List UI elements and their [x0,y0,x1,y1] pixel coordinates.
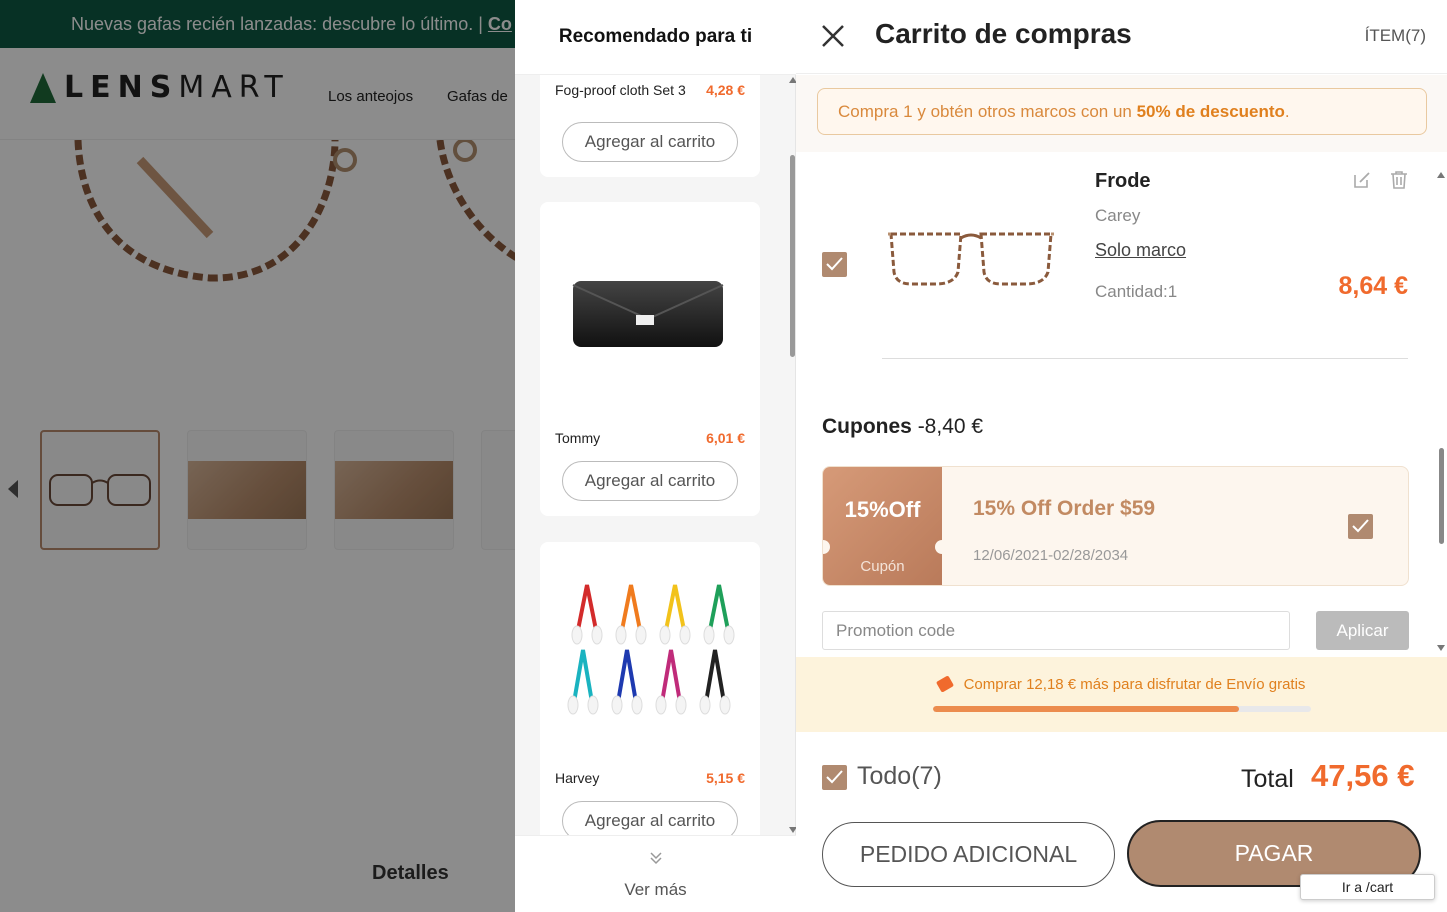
apply-button[interactable]: Aplicar [1316,611,1409,650]
shipping-message: Comprar 12,18 € más para disfrutar de En… [796,675,1447,693]
item-price: 8,64 € [1338,272,1408,300]
recommendation-card: Tommy 6,01 € Agregar al carrito [540,202,760,516]
coupon-title: 15% Off Order $59 [973,497,1156,520]
see-more-link[interactable]: Ver más [515,880,796,900]
recommendations-list: Fog-proof cloth Set 3 4,28 € Agregar al … [515,75,796,835]
scroll-up-icon[interactable] [1437,172,1445,178]
promo-suffix: . [1284,102,1290,121]
add-to-cart-button[interactable]: Agregar al carrito [562,801,738,835]
promo-banner: Compra 1 y obtén otros marcos con un 50%… [817,88,1427,135]
see-more-section[interactable]: Ver más [515,835,796,912]
divider [882,358,1408,359]
promo-section: Compra 1 y obtén otros marcos con un 50%… [796,75,1447,152]
check-icon [826,770,843,784]
select-all-label[interactable]: Todo(7) [857,762,942,791]
coupon-notch [935,540,949,554]
promo-text: Compra 1 y obtén otros marcos con un [838,102,1137,121]
coupons-label: Cupones [822,415,912,438]
item-color: Carey [1095,206,1141,225]
promo-highlight: 50% de descuento [1136,102,1285,121]
shipping-progress-bar [933,706,1311,712]
recommendations-panel: Recomendado para ti Fog-proof cloth Set … [515,0,797,912]
coupons-amount: -8,40 € [917,415,984,438]
cart-scrollbar[interactable] [1436,160,1447,657]
coupon-checkbox[interactable] [1348,514,1373,539]
cart-panel: Carrito de compras ÍTEM(7) Compra 1 y ob… [796,0,1447,912]
check-icon [1352,519,1369,533]
double-chevron-down-icon [650,852,662,865]
product-name: Fog-proof cloth Set 3 [555,82,686,98]
trash-icon[interactable] [1389,170,1409,190]
edit-icon[interactable] [1352,170,1372,190]
shipping-progress-section: Comprar 12,18 € más para disfrutar de En… [796,657,1447,732]
item-quantity: Cantidad:1 [1095,282,1178,301]
coupon-dates: 12/06/2021-02/28/2034 [973,547,1129,564]
link-tooltip: Ir a /cart [1300,874,1435,900]
recommendation-card: Fog-proof cloth Set 3 4,28 € Agregar al … [540,75,760,177]
product-name: Tommy [555,430,601,446]
product-price: 6,01 € [706,430,745,446]
recommendation-card: Harvey 5,15 € Agregar al carrito [540,542,760,835]
coupon-badge: 15%Off Cupón [823,467,949,585]
cart-content: Frode Carey Solo marco Cantidad:1 8,64 €… [796,152,1447,657]
product-image-case[interactable] [570,277,725,349]
add-to-cart-button[interactable]: Agregar al carrito [562,461,738,501]
shipping-text: Comprar 12,18 € más para disfrutar de En… [963,676,1306,693]
cart-header: Carrito de compras ÍTEM(7) [796,0,1447,74]
shipping-progress-fill [933,706,1240,712]
close-icon[interactable] [820,23,846,49]
product-price: 4,28 € [706,82,745,98]
total-label: Total [1241,765,1294,793]
item-image[interactable] [886,222,1056,292]
scrollbar-thumb[interactable] [1439,448,1444,544]
item-name[interactable]: Frode [1095,170,1151,193]
additional-order-button[interactable]: PEDIDO ADICIONAL [822,822,1115,887]
promotion-code-input[interactable]: Promotion code [822,611,1290,650]
coupon-percent: 15%Off [844,497,921,522]
product-image-nose-pads[interactable] [565,580,735,715]
product-price: 5,15 € [706,770,745,786]
coupon-notch [823,540,830,554]
recommendations-scrollbar[interactable] [789,75,797,835]
item-type-link[interactable]: Solo marco [1095,240,1186,261]
select-all-checkbox[interactable] [822,765,847,790]
tag-icon [935,675,954,693]
scroll-down-icon[interactable] [1437,645,1445,651]
product-name: Harvey [555,770,600,786]
total-value: 47,56 € [1311,758,1415,793]
recommendations-title: Recomendado para ti [515,0,796,75]
add-to-cart-button[interactable]: Agregar al carrito [562,122,738,162]
scrollbar-thumb[interactable] [790,155,795,357]
coupons-heading: Cupones -8,40 € [822,415,983,439]
items-count: ÍTEM(7) [1364,26,1426,45]
item-checkbox[interactable] [822,252,847,277]
coupon-badge-label: Cupón [860,558,905,575]
cart-title: Carrito de compras [875,18,1132,49]
coupon-card[interactable]: 15%Off Cupón 15% Off Order $59 12/06/202… [822,466,1409,586]
check-icon [826,257,843,271]
